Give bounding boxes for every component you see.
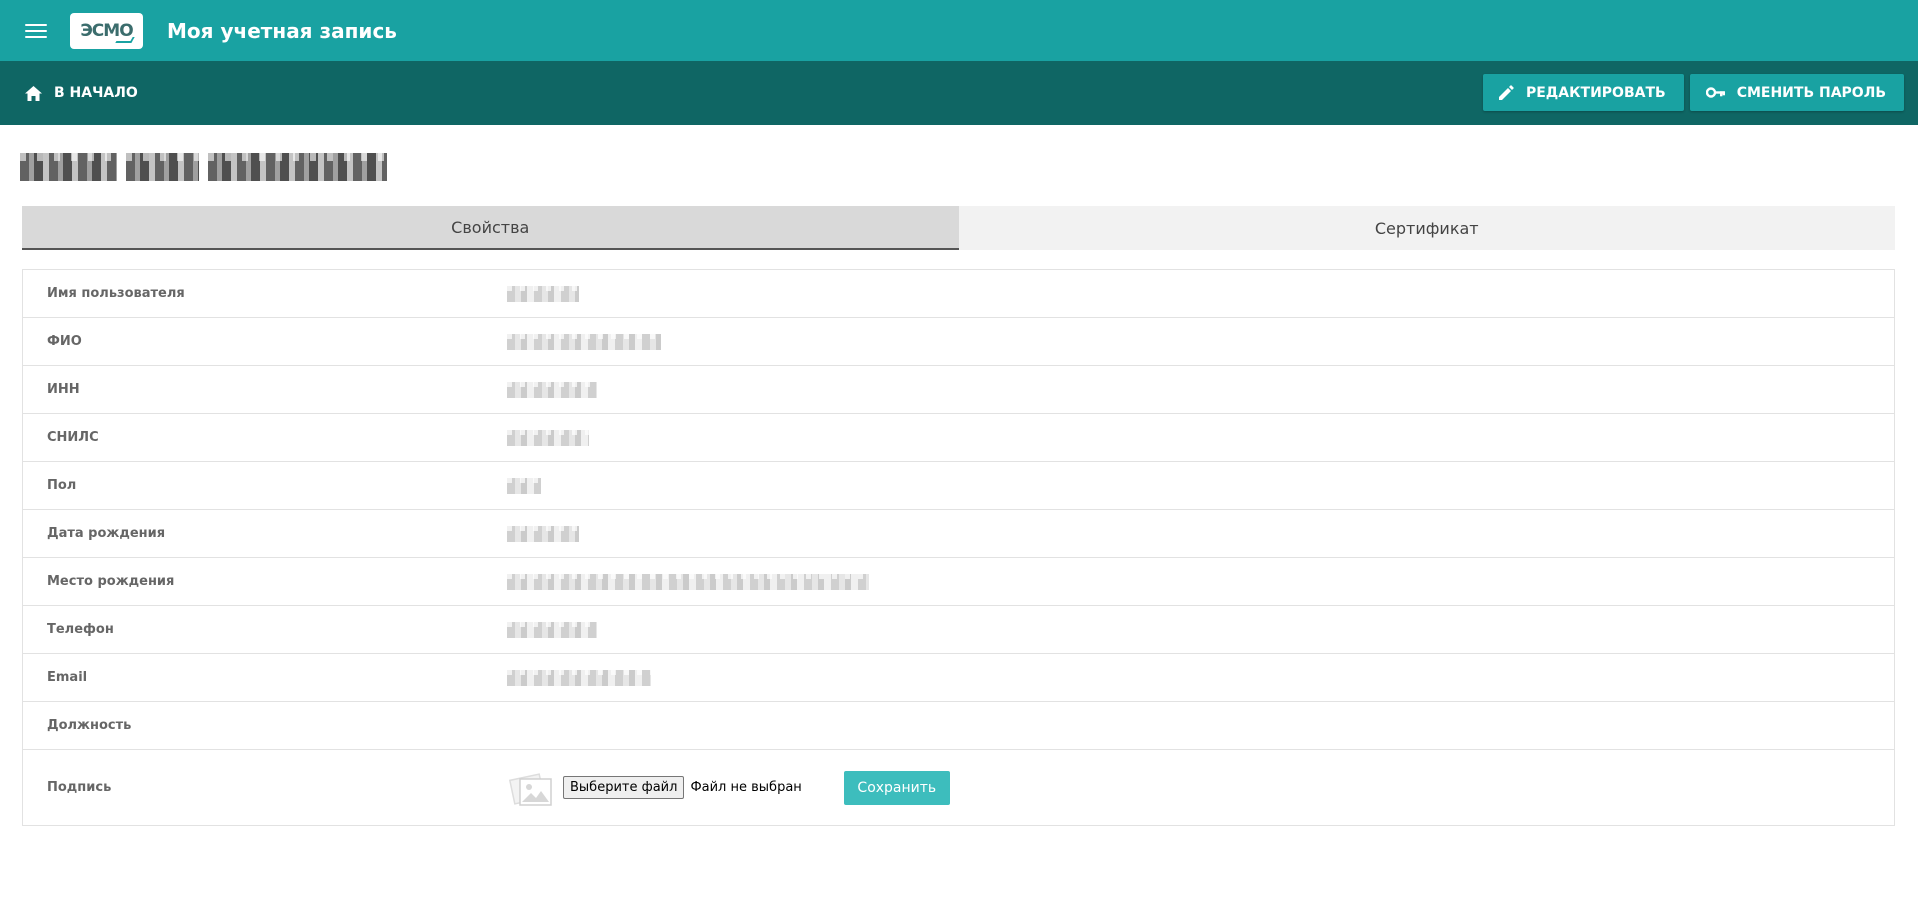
menu-icon[interactable] [23, 21, 49, 41]
property-row: Телефон [23, 606, 1894, 654]
tab-properties[interactable]: Свойства [22, 206, 959, 250]
action-toolbar: В НАЧАЛО РЕДАКТИРОВАТЬ СМЕНИТЬ ПАРОЛЬ [0, 61, 1918, 125]
property-label: Имя пользователя [47, 286, 185, 301]
property-row: СНИЛС [23, 414, 1894, 462]
change-password-button-label: СМЕНИТЬ ПАРОЛЬ [1736, 84, 1886, 101]
property-row: ФИО [23, 318, 1894, 366]
property-label: Должность [47, 718, 132, 733]
redacted-block [126, 153, 199, 181]
property-label: Email [47, 670, 88, 685]
page-title: Моя учетная запись [167, 18, 397, 43]
property-label: Телефон [47, 622, 114, 637]
property-label: Место рождения [47, 574, 175, 589]
property-row: Пол [23, 462, 1894, 510]
property-label: Дата рождения [47, 526, 166, 541]
change-password-button[interactable]: СМЕНИТЬ ПАРОЛЬ [1689, 74, 1904, 111]
property-label: Пол [47, 478, 77, 493]
redacted-value [507, 333, 661, 350]
home-icon [25, 85, 42, 101]
redacted-value [507, 573, 869, 590]
redacted-value [507, 669, 651, 686]
properties-table: Имя пользователя ФИО ИНН СНИЛС Пол Дата … [22, 269, 1895, 826]
logo-check-mark [115, 36, 135, 43]
property-row: Имя пользователя [23, 270, 1894, 318]
property-label: Подпись [47, 780, 112, 795]
save-button[interactable]: Сохранить [843, 770, 950, 805]
redacted-value [507, 285, 579, 302]
redacted-value [507, 621, 597, 638]
redacted-value [507, 429, 589, 446]
pencil-icon [1498, 85, 1514, 100]
redacted-block [20, 153, 117, 181]
property-row: Должность [23, 702, 1894, 750]
property-label: ФИО [47, 334, 82, 349]
signature-row: Подпись Выберите файл Файл не выбран Сох… [23, 750, 1894, 825]
choose-file-button[interactable]: Выберите файл [563, 776, 685, 799]
redacted-value [507, 525, 579, 542]
home-link[interactable]: В НАЧАЛО [25, 85, 138, 101]
redacted-value [507, 477, 541, 494]
home-link-label: В НАЧАЛО [54, 85, 138, 101]
edit-button[interactable]: РЕДАКТИРОВАТЬ [1482, 74, 1684, 111]
user-full-name-redacted [20, 152, 387, 182]
redacted-value [507, 381, 597, 398]
redacted-block [208, 153, 387, 181]
property-label: СНИЛС [47, 430, 99, 445]
property-label: ИНН [47, 382, 80, 397]
key-icon [1705, 87, 1725, 98]
file-status-text: Файл не выбран [690, 780, 802, 795]
edit-button-label: РЕДАКТИРОВАТЬ [1525, 84, 1666, 101]
property-row: Место рождения [23, 558, 1894, 606]
property-row: Дата рождения [23, 510, 1894, 558]
app-logo[interactable]: ЭСМО [70, 12, 143, 49]
tab-bar: Свойства Сертификат [22, 206, 1895, 250]
tab-certificate[interactable]: Сертификат [958, 206, 1895, 250]
property-row: ИНН [23, 366, 1894, 414]
property-row: Email [23, 654, 1894, 702]
toolbar-actions: РЕДАКТИРОВАТЬ СМЕНИТЬ ПАРОЛЬ [1482, 74, 1904, 111]
app-bar: ЭСМО Моя учетная запись [0, 0, 1918, 61]
image-placeholder-icon [508, 769, 553, 807]
